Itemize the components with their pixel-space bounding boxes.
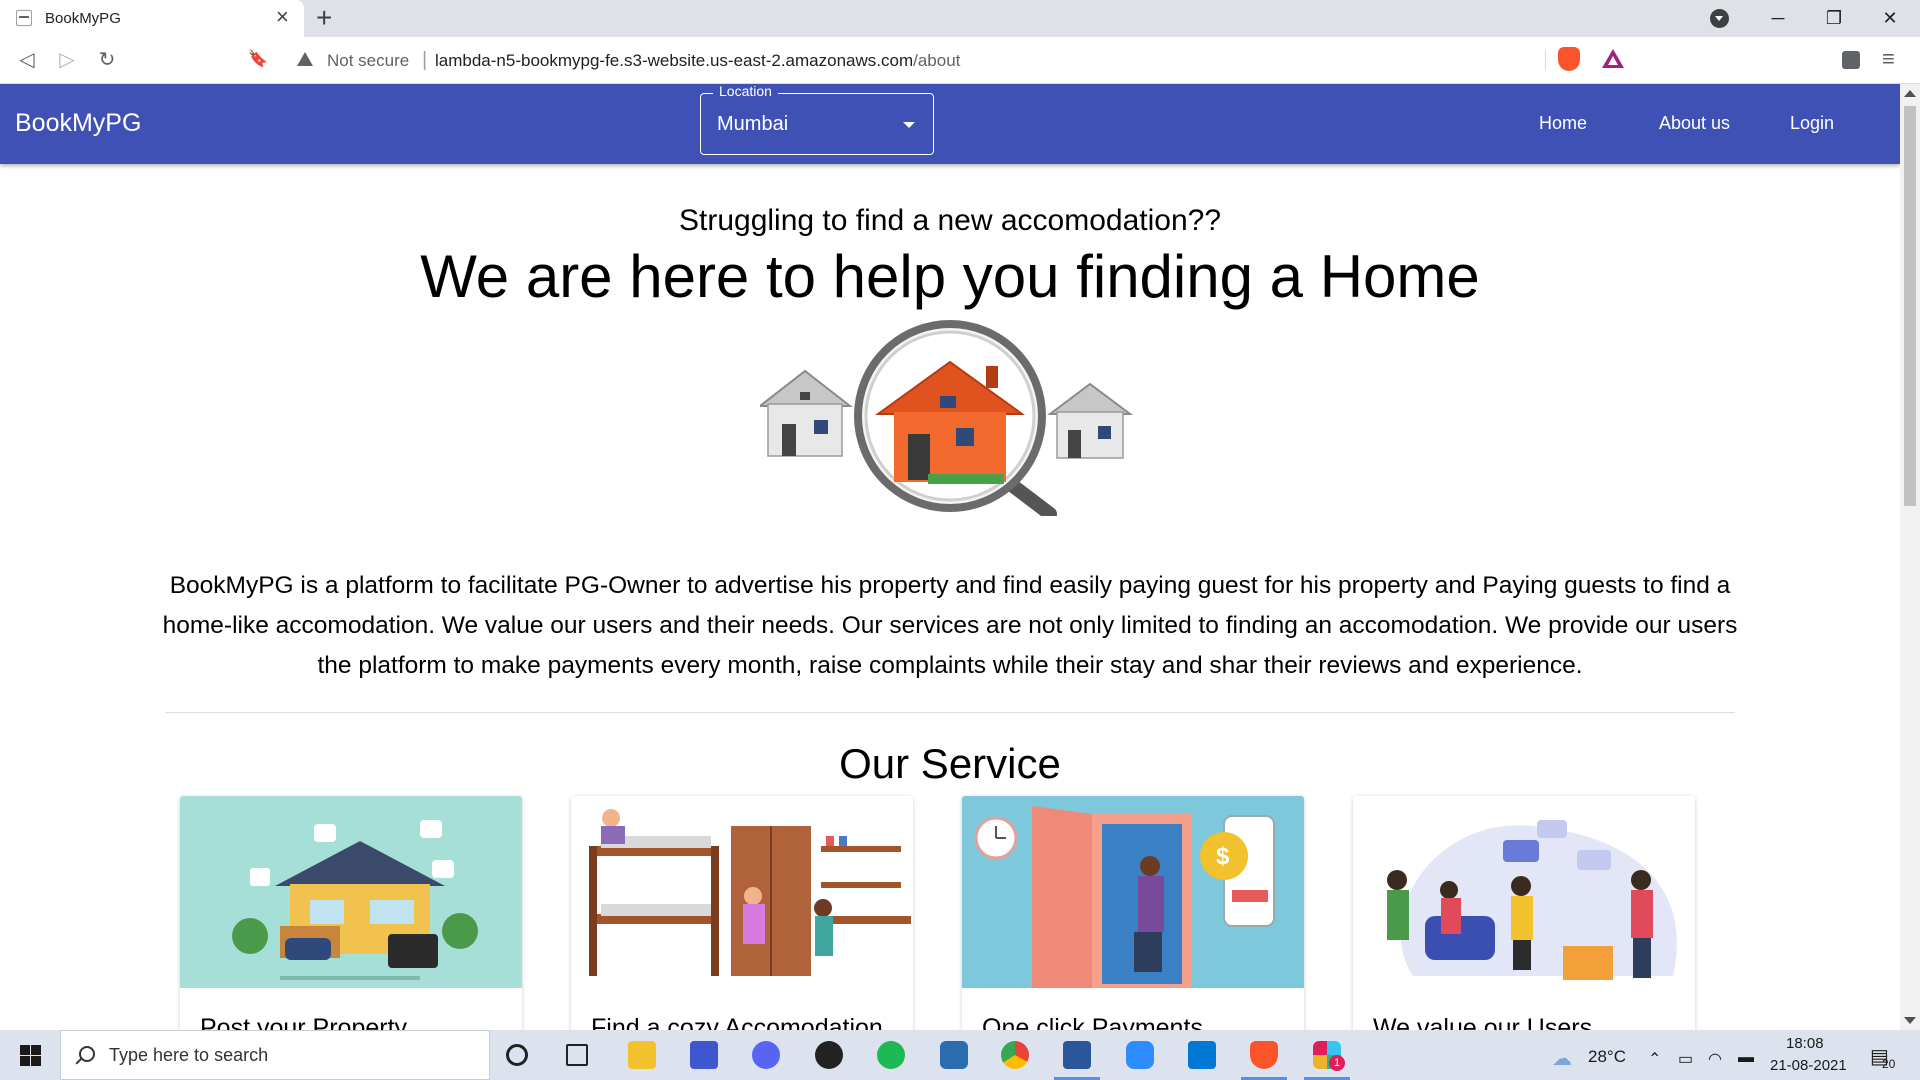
url-path: /about	[913, 51, 961, 70]
weather-temp[interactable]: 28°C	[1588, 1047, 1626, 1067]
warning-icon	[297, 52, 313, 66]
zoom-icon[interactable]	[1126, 1041, 1154, 1069]
location-select[interactable]: Location Mumbai	[700, 84, 934, 155]
spotify-icon[interactable]	[877, 1041, 905, 1069]
payment-door-illustration: $	[962, 796, 1304, 988]
cortana-icon[interactable]	[506, 1044, 528, 1066]
house-icon	[760, 369, 853, 457]
windows-logo-icon	[31, 1056, 41, 1066]
location-value: Mumbai	[717, 113, 789, 135]
shared-room-illustration	[571, 796, 913, 988]
smart-house-illustration	[180, 796, 522, 988]
magnifier-house-icon	[854, 320, 1057, 516]
browser-toolbar: ◁ ▷ ↻ 🔖 Not secure | lambda-n5-bookmypg-…	[0, 37, 1920, 84]
brave-icon[interactable]	[1250, 1041, 1278, 1069]
minimize-button[interactable]: ─	[1750, 0, 1806, 37]
task-view-icon[interactable]	[566, 1044, 588, 1066]
tab-search-icon[interactable]	[1710, 9, 1729, 28]
slack-icon[interactable]: 1	[1313, 1041, 1345, 1071]
search-placeholder: Type here to search	[109, 1045, 269, 1065]
clock-date[interactable]: 21-08-2021	[1770, 1057, 1847, 1074]
bookmark-icon[interactable]: 🔖	[243, 45, 273, 75]
house-icon	[1047, 382, 1133, 459]
nav-login-link[interactable]: Login	[1790, 113, 1834, 134]
url-host: lambda-n5-bookmypg-fe.s3-website.us-east…	[435, 51, 914, 70]
site-favicon-icon	[16, 10, 32, 26]
word-icon[interactable]	[1063, 1041, 1091, 1069]
taskbar-search-input[interactable]: Type here to search	[60, 1030, 490, 1080]
windows-logo-icon	[31, 1045, 41, 1055]
back-button[interactable]: ◁	[12, 45, 42, 75]
brave-shields-icon[interactable]	[1558, 47, 1580, 71]
nav-home-link[interactable]: Home	[1539, 113, 1587, 134]
hero-headline: We are here to help you finding a Home	[420, 243, 1480, 310]
service-card-title: We value our Users	[1373, 1014, 1593, 1030]
hero-subtitle: Struggling to find a new accomodation??	[678, 204, 1222, 237]
discord-icon[interactable]	[752, 1041, 780, 1069]
extensions-icon[interactable]	[1842, 51, 1860, 69]
tab-title: BookMyPG	[45, 10, 121, 27]
windows-logo-icon	[20, 1045, 30, 1055]
security-label[interactable]: Not secure	[327, 51, 409, 71]
service-card-users[interactable]: We value our Users	[1353, 796, 1695, 1030]
url-separator: |	[422, 49, 428, 71]
brand-logo-text[interactable]: BookMyPG	[15, 109, 141, 138]
chevron-up-icon[interactable]: ⌃	[1648, 1049, 1661, 1069]
page-viewport: BookMyPG Location Mumbai Home About us L…	[0, 84, 1900, 1030]
service-card-find-accomodation[interactable]: Find a cozy Accomodation	[571, 796, 913, 1030]
brave-rewards-icon[interactable]	[1602, 49, 1624, 68]
battery-icon[interactable]: ▬	[1738, 1049, 1754, 1067]
svg-text:$: $	[1216, 843, 1230, 870]
wifi-icon[interactable]: ◠	[1708, 1049, 1722, 1069]
hero-illustration	[760, 320, 1133, 516]
page-scrollbar[interactable]	[1900, 84, 1920, 1030]
visual-studio-icon[interactable]	[690, 1041, 718, 1069]
browser-menu-icon[interactable]: ≡	[1882, 47, 1895, 71]
clock-time[interactable]: 18:08	[1786, 1035, 1824, 1052]
service-card-post-property[interactable]: Post your Property	[180, 796, 522, 1030]
meet-now-icon[interactable]: ▭	[1678, 1049, 1693, 1069]
close-window-button[interactable]: ✕	[1862, 0, 1918, 37]
file-explorer-icon[interactable]	[628, 1041, 656, 1069]
service-card-title: Post your Property	[200, 1014, 408, 1030]
windows-logo-icon	[20, 1056, 30, 1066]
url-text[interactable]: lambda-n5-bookmypg-fe.s3-website.us-east…	[435, 51, 960, 71]
restore-button[interactable]: ❐	[1806, 0, 1862, 37]
forward-button[interactable]: ▷	[52, 45, 82, 75]
service-card-title: Find a cozy Accomodation	[591, 1014, 883, 1030]
scroll-up-icon[interactable]	[1904, 90, 1916, 97]
services-title: Our Service	[839, 740, 1061, 787]
new-tab-button[interactable]: +	[316, 3, 332, 33]
address-bar[interactable]: Not secure | lambda-n5-bookmypg-fe.s3-we…	[285, 43, 1547, 78]
scrollbar-thumb[interactable]	[1904, 106, 1916, 506]
service-card-title: One click Payments	[982, 1014, 1203, 1030]
browser-tab-strip: BookMyPG × + ─ ❐ ✕	[0, 0, 1920, 37]
windows-start-button[interactable]	[0, 1030, 60, 1080]
vscode-icon[interactable]	[1188, 1041, 1216, 1069]
windows-taskbar: Type here to search 1 ☁ 28°C ⌃ ▭ ◠ ▬ 18:…	[0, 1030, 1920, 1080]
section-divider	[165, 712, 1735, 713]
scroll-down-icon[interactable]	[1904, 1017, 1916, 1024]
about-description: BookMyPG is a platform to facilitate PG-…	[162, 572, 1738, 679]
users-feedback-illustration	[1353, 796, 1695, 988]
tab-close-button[interactable]: ×	[276, 6, 289, 28]
search-icon	[79, 1046, 95, 1062]
service-card-payments[interactable]: $ One click Payments	[962, 796, 1304, 1030]
reload-button[interactable]: ↻	[92, 45, 122, 75]
notification-count: 20	[1882, 1057, 1896, 1071]
chrome-icon[interactable]	[1001, 1041, 1029, 1069]
nav-about-link[interactable]: About us	[1659, 113, 1730, 134]
weather-icon[interactable]: ☁	[1552, 1046, 1572, 1071]
word-reader-icon[interactable]	[940, 1041, 968, 1069]
notification-badge: 1	[1329, 1055, 1345, 1071]
xbox-icon[interactable]	[815, 1041, 843, 1069]
omnibox-divider	[1545, 49, 1546, 71]
browser-tab[interactable]: BookMyPG ×	[0, 0, 304, 37]
app-header: BookMyPG Location Mumbai Home About us L…	[0, 84, 1900, 164]
location-label: Location	[713, 84, 778, 99]
chevron-down-icon	[903, 122, 915, 128]
